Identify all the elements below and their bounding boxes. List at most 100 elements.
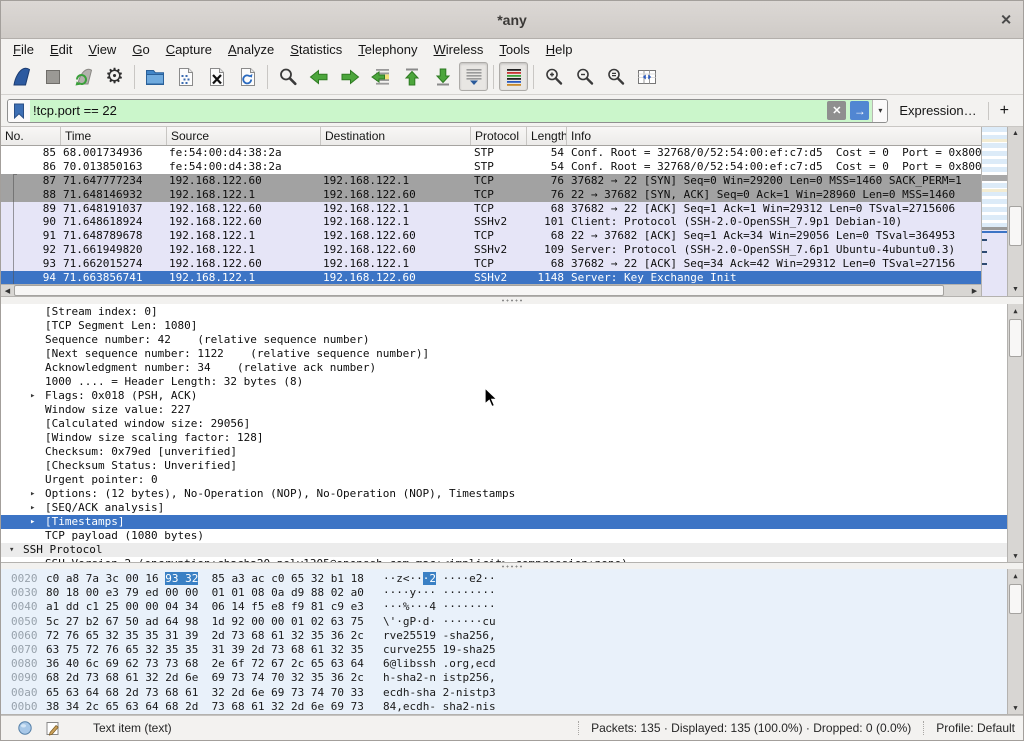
go-back-button[interactable]: [304, 62, 333, 91]
menu-go[interactable]: Go: [124, 41, 157, 58]
hex-row[interactable]: 00505c 27 b2 67 50 ad 64 98 1d 92 00 00 …: [1, 615, 1023, 629]
close-file-button[interactable]: [202, 62, 231, 91]
menu-capture[interactable]: Capture: [158, 41, 220, 58]
detail-row[interactable]: TCP payload (1080 bytes): [1, 529, 1007, 543]
open-file-button[interactable]: [140, 62, 169, 91]
column-header-length[interactable]: Length: [527, 127, 567, 145]
filter-bookmark-button[interactable]: [8, 100, 30, 122]
expand-icon[interactable]: ▸: [30, 557, 35, 563]
vscrollbar-thumb[interactable]: [1009, 584, 1022, 614]
capture-comment-icon[interactable]: [45, 720, 61, 736]
detail-row[interactable]: [Window size scaling factor: 128]: [1, 431, 1007, 445]
packet-row-93[interactable]: 9371.662015274192.168.122.60192.168.122.…: [1, 257, 981, 271]
expand-icon[interactable]: ▸: [30, 501, 35, 515]
detail-row[interactable]: Sequence number: 42 (relative sequence n…: [1, 333, 1007, 347]
packet-row-86[interactable]: 8670.013850163fe:54:00:d4:38:2aSTP54Conf…: [1, 160, 981, 174]
packet-row-94-selected[interactable]: 9471.663856741192.168.122.1192.168.122.6…: [1, 271, 981, 284]
hex-row[interactable]: 006072 76 65 32 35 35 31 39 2d 73 68 61 …: [1, 629, 1023, 643]
start-capture-button[interactable]: [7, 62, 36, 91]
scroll-right-icon[interactable]: ▶: [968, 285, 981, 296]
column-header-info[interactable]: Info: [567, 127, 981, 145]
collapse-icon[interactable]: ▾: [9, 543, 14, 557]
detail-row[interactable]: Acknowledgment number: 34 (relative ack …: [1, 361, 1007, 375]
menu-telephony[interactable]: Telephony: [350, 41, 425, 58]
detail-row[interactable]: [Checksum Status: Unverified]: [1, 459, 1007, 473]
hex-row[interactable]: 0020c0 a8 7a 3c 00 16 93 32 85 a3 ac c0 …: [1, 572, 1023, 586]
packet-row-89[interactable]: 8971.648191037192.168.122.60192.168.122.…: [1, 202, 981, 216]
hex-row[interactable]: 00a065 63 64 68 2d 73 68 61 32 2d 6e 69 …: [1, 686, 1023, 700]
expand-icon[interactable]: ▸: [30, 515, 35, 529]
menu-wireless[interactable]: Wireless: [426, 41, 492, 58]
filter-clear-button[interactable]: ✕: [827, 101, 846, 120]
go-to-packet-button[interactable]: [366, 62, 395, 91]
detail-row[interactable]: Window size value: 227: [1, 403, 1007, 417]
scroll-left-icon[interactable]: ◀: [1, 285, 14, 296]
detail-row[interactable]: [Stream index: 0]: [1, 305, 1007, 319]
detail-row[interactable]: [Next sequence number: 1122 (relative se…: [1, 347, 1007, 361]
hex-row[interactable]: 009068 2d 73 68 61 32 2d 6e 69 73 74 70 …: [1, 671, 1023, 685]
expression-button[interactable]: Expression…: [895, 103, 980, 118]
hex-vscrollbar[interactable]: ▲ ▼: [1007, 569, 1023, 714]
hex-row[interactable]: 008036 40 6c 69 62 73 73 68 2e 6f 72 67 …: [1, 657, 1023, 671]
stop-capture-button[interactable]: [38, 62, 67, 91]
column-header-destination[interactable]: Destination: [321, 127, 471, 145]
restart-capture-button[interactable]: [69, 62, 98, 91]
menu-statistics[interactable]: Statistics: [282, 41, 350, 58]
go-forward-button[interactable]: [335, 62, 364, 91]
detail-row-options[interactable]: ▸Options: (12 bytes), No-Operation (NOP)…: [1, 487, 1007, 501]
column-header-time[interactable]: Time: [61, 127, 167, 145]
detail-row[interactable]: Checksum: 0x79ed [unverified]: [1, 445, 1007, 459]
zoom-out-button[interactable]: [570, 62, 599, 91]
go-first-button[interactable]: [397, 62, 426, 91]
packet-minimap[interactable]: [981, 127, 1007, 296]
menu-view[interactable]: View: [80, 41, 124, 58]
packet-row-87[interactable]: 8771.647777234192.168.122.60192.168.122.…: [1, 174, 981, 188]
auto-scroll-button[interactable]: [459, 62, 488, 91]
detail-row-ssh-protocol[interactable]: ▾SSH Protocol: [1, 543, 1007, 557]
packet-row-90[interactable]: 9071.648618924192.168.122.60192.168.122.…: [1, 215, 981, 229]
resize-columns-button[interactable]: [632, 62, 661, 91]
packet-list-vscrollbar[interactable]: ▲ ▼: [1007, 127, 1023, 296]
scroll-down-icon[interactable]: ▼: [1008, 701, 1023, 714]
close-window-button[interactable]: ✕: [1000, 11, 1012, 28]
go-last-button[interactable]: [428, 62, 457, 91]
display-filter-input[interactable]: [33, 103, 823, 118]
scroll-down-icon[interactable]: ▼: [1008, 549, 1023, 562]
vscrollbar-thumb[interactable]: [1009, 319, 1022, 357]
details-vscrollbar[interactable]: ▲ ▼: [1007, 304, 1023, 562]
add-filter-button[interactable]: +: [996, 102, 1017, 120]
detail-row-timestamps-selected[interactable]: ▸[Timestamps]: [1, 515, 1007, 529]
detail-row[interactable]: Urgent pointer: 0: [1, 473, 1007, 487]
scroll-down-icon[interactable]: ▼: [1008, 283, 1023, 296]
detail-row-seq-ack[interactable]: ▸[SEQ/ACK analysis]: [1, 501, 1007, 515]
packet-row-92[interactable]: 9271.661949820192.168.122.1192.168.122.6…: [1, 243, 981, 257]
capture-options-button[interactable]: ⚙: [100, 62, 129, 91]
hex-row[interactable]: 007063 75 72 76 65 32 35 35 31 39 2d 73 …: [1, 643, 1023, 657]
filter-apply-button[interactable]: →: [850, 101, 869, 120]
scroll-up-icon[interactable]: ▲: [1008, 569, 1023, 582]
hex-row[interactable]: 003080 18 00 e3 79 ed 00 00 01 01 08 0a …: [1, 586, 1023, 600]
title-bar[interactable]: *any ✕: [1, 1, 1023, 39]
detail-row[interactable]: [TCP Segment Len: 1080]: [1, 319, 1007, 333]
filter-dropdown-button[interactable]: ▾: [872, 100, 887, 122]
detail-row[interactable]: [Calculated window size: 29056]: [1, 417, 1007, 431]
detail-row-flags[interactable]: ▸Flags: 0x018 (PSH, ACK): [1, 389, 1007, 403]
hex-row[interactable]: 00b038 34 2c 65 63 64 68 2d 73 68 61 32 …: [1, 700, 1023, 714]
scroll-up-icon[interactable]: ▲: [1008, 304, 1023, 317]
menu-analyze[interactable]: Analyze: [220, 41, 282, 58]
hex-row[interactable]: 0040a1 dd c1 25 00 00 04 34 06 14 f5 e8 …: [1, 600, 1023, 614]
zoom-reset-button[interactable]: [601, 62, 630, 91]
save-file-button[interactable]: [171, 62, 200, 91]
packet-row-88[interactable]: 8871.648146932192.168.122.1192.168.122.6…: [1, 188, 981, 202]
detail-row[interactable]: 1000 .... = Header Length: 32 bytes (8): [1, 375, 1007, 389]
expand-icon[interactable]: ▸: [30, 487, 35, 501]
menu-edit[interactable]: Edit: [42, 41, 80, 58]
detail-row-ssh-version[interactable]: ▸SSH Version 2 (encryption:chacha20-poly…: [1, 557, 1007, 563]
column-header-protocol[interactable]: Protocol: [471, 127, 527, 145]
vscrollbar-thumb[interactable]: [1009, 206, 1022, 246]
column-header-source[interactable]: Source: [167, 127, 321, 145]
packet-row-91[interactable]: 9171.648789678192.168.122.1192.168.122.6…: [1, 229, 981, 243]
scroll-up-icon[interactable]: ▲: [1008, 127, 1023, 140]
hscrollbar-thumb[interactable]: [14, 285, 944, 296]
pane-splitter[interactable]: [1, 297, 1023, 304]
